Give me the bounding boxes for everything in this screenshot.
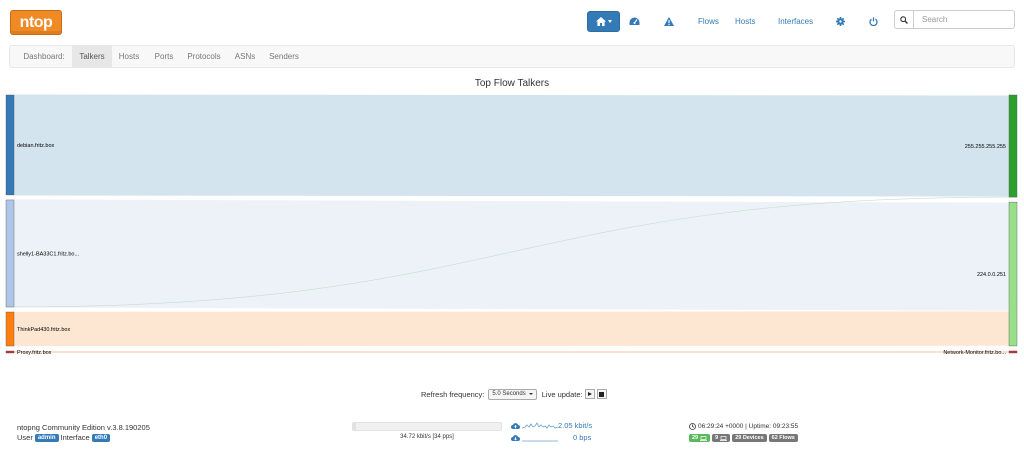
hosts-badge[interactable]: 9: [712, 434, 731, 442]
tab-ports[interactable]: Ports: [150, 46, 178, 67]
sankey-source-label-1: shelly1-BA33C1.fritz.bo...: [17, 251, 80, 257]
dashboard-label: Dashboard:: [23, 52, 65, 61]
warning-icon: [664, 17, 674, 26]
interface-load-text: 34.72 kbit/s [34 pps]: [400, 434, 454, 440]
hosts-menu-button[interactable]: Hosts: [735, 11, 755, 32]
stats-badges: 29 9 29 Devices 62 Flows: [689, 434, 800, 442]
interface-badge[interactable]: eth0: [91, 433, 111, 442]
alerts-count: 29: [692, 435, 699, 441]
sankey-target-node-2[interactable]: [1008, 350, 1018, 354]
top-navbar: ntop Flows Hosts Interfaces: [0, 0, 1024, 42]
home-icon: [595, 17, 606, 26]
laptop-icon: [720, 435, 728, 441]
refresh-frequency-select[interactable]: 5.0 Seconds: [488, 388, 537, 400]
alerts-menu-button[interactable]: [664, 11, 674, 32]
sankey-source-node-1[interactable]: [5, 199, 15, 308]
search-icon: [900, 15, 908, 24]
search-input[interactable]: [914, 10, 1015, 29]
sankey-target-label-0: 255.255.255.255: [965, 144, 1006, 150]
user-badge[interactable]: admin: [34, 433, 59, 442]
play-icon: [587, 392, 592, 396]
dashboard-icon: [629, 17, 640, 25]
alerts-badge[interactable]: 29: [689, 434, 711, 442]
flows-badge[interactable]: 62 Flows: [768, 434, 798, 442]
ntop-logo[interactable]: ntop: [10, 10, 62, 35]
interfaces-menu-label: Interfaces: [778, 17, 814, 26]
sankey-source-node-2[interactable]: [5, 311, 15, 347]
download-value: 0 bps: [573, 433, 592, 442]
refresh-frequency-label: Refresh frequency:: [421, 389, 485, 399]
settings-menu-button[interactable]: [836, 11, 845, 32]
tab-talkers[interactable]: Talkers: [72, 46, 112, 67]
user-interface-line: User admin Interface eth0: [17, 433, 112, 442]
upload-value: 2.05 kbit/s: [558, 421, 593, 430]
sankey-source-node-0[interactable]: [5, 94, 15, 196]
download-throughput[interactable]: 0 bps: [511, 433, 591, 442]
interface-label: Interface: [60, 433, 90, 442]
power-icon: [869, 17, 878, 26]
search-button[interactable]: [894, 10, 914, 29]
sankey-source-label-0: debian.fritz.box: [17, 143, 55, 149]
sankey-target-node-0[interactable]: [1008, 94, 1018, 198]
footer: ntopng Community Edition v.3.8.190205 Us…: [0, 420, 1024, 453]
sankey-target-node-1[interactable]: [1008, 201, 1018, 347]
power-menu-button[interactable]: [869, 11, 878, 32]
stop-icon: [599, 391, 605, 397]
refresh-controls: Refresh frequency: 5.0 Seconds Live upda…: [421, 388, 607, 400]
sankey-source-label-3: Proxy.fritz.box: [17, 350, 52, 356]
sankey-link-0[interactable]: [13, 94, 1010, 197]
flows-menu-link[interactable]: Flows: [698, 11, 719, 32]
uptime-text: 06:29:24 +0000 | Uptime: 09:23:55: [698, 423, 799, 430]
sankey-source-node-3[interactable]: [5, 350, 15, 354]
home-menu-button[interactable]: [587, 11, 620, 32]
stop-button[interactable]: [596, 389, 607, 399]
play-button[interactable]: [584, 389, 595, 399]
gear-icon: [836, 17, 845, 26]
tab-asns[interactable]: ASNs: [231, 46, 259, 67]
laptop-icon: [700, 435, 708, 441]
dashboard-menu-button[interactable]: [629, 11, 640, 32]
sankey-source-label-2: ThinkPad430.fritz.box: [17, 327, 70, 333]
cloud-download-icon: [511, 435, 520, 441]
interface-load-bar: [352, 422, 502, 431]
interfaces-menu-button[interactable]: Interfaces: [778, 11, 813, 32]
top-flow-talkers-sankey: debian.fritz.box shelly1-BA33C1.fritz.bo.…: [5, 94, 1018, 356]
upload-sparkline: [522, 422, 558, 429]
sankey-link-1[interactable]: [13, 199, 1010, 311]
dashboard-tabbar: Dashboard: Talkers Hosts Ports Protocols…: [9, 45, 1015, 68]
sankey-target-label-1: 224.0.0.251: [977, 272, 1006, 278]
hosts-menu-label: Hosts: [735, 17, 756, 26]
download-sparkline: [522, 440, 558, 442]
upload-throughput[interactable]: 2.05 kbit/s: [511, 421, 592, 430]
refresh-frequency-value: 5.0 Seconds: [492, 390, 526, 397]
tab-protocols[interactable]: Protocols: [184, 46, 224, 67]
clock-icon: [689, 423, 696, 430]
live-update-label: Live update:: [541, 389, 583, 399]
hosts-count: 9: [715, 435, 719, 441]
tab-hosts[interactable]: Hosts: [114, 46, 144, 67]
sankey-target-label-2: Network-Monitor.fritz.bo...: [943, 350, 1006, 356]
cloud-upload-icon: [511, 423, 520, 429]
user-label: User: [17, 433, 33, 442]
interface-load-fill: [353, 423, 356, 430]
devices-badge[interactable]: 29 Devices: [732, 434, 767, 442]
tab-senders[interactable]: Senders: [265, 46, 303, 67]
chart-title: Top Flow Talkers: [474, 78, 550, 89]
uptime-line: 06:29:24 +0000 | Uptime: 09:23:55: [689, 423, 798, 430]
version-text: ntopng Community Edition v.3.8.190205: [17, 423, 150, 432]
